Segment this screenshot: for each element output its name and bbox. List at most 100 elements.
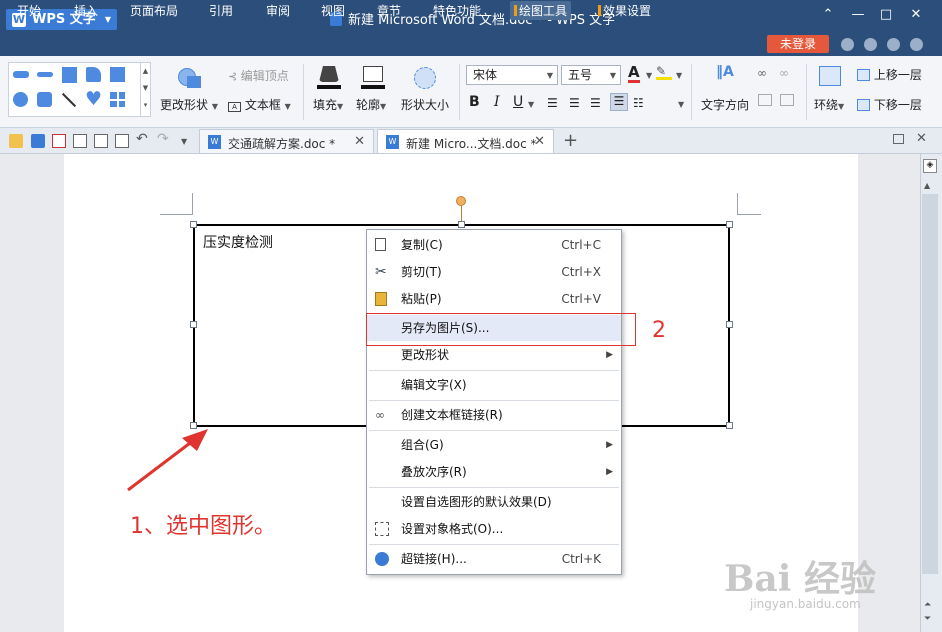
rotate-handle[interactable] bbox=[456, 196, 466, 206]
menu-paste[interactable]: 粘贴(P) Ctrl+V bbox=[367, 286, 621, 312]
unlink-icon[interactable]: ∞ bbox=[779, 66, 789, 80]
resize-handle[interactable] bbox=[190, 321, 197, 328]
circle-shape-icon[interactable] bbox=[13, 92, 28, 107]
heart-shape-icon[interactable]: ♥ bbox=[85, 88, 102, 110]
redo-icon[interactable]: ↷ bbox=[157, 131, 169, 147]
menu-special[interactable]: 特色功能 bbox=[433, 2, 481, 19]
menu-home[interactable]: 开始 bbox=[17, 2, 41, 19]
new-tab-icon[interactable]: + bbox=[563, 130, 578, 151]
login-button[interactable]: 未登录 bbox=[767, 35, 829, 53]
font-color-button[interactable]: A bbox=[628, 64, 640, 83]
prev-textbox-icon[interactable] bbox=[758, 94, 772, 106]
outline-button[interactable]: 轮廓▼ bbox=[356, 96, 386, 113]
chevron-down-icon[interactable]: ▼ bbox=[528, 100, 534, 109]
close-icon[interactable]: ✕ bbox=[534, 134, 545, 149]
close-window-button[interactable]: ✕ bbox=[906, 7, 926, 22]
justify-icon[interactable]: ☰ bbox=[610, 93, 628, 111]
rectangle-shape-icon[interactable] bbox=[110, 67, 125, 82]
menu-insert[interactable]: 插入 bbox=[74, 2, 98, 19]
next-textbox-icon[interactable] bbox=[780, 94, 794, 106]
collapse-ribbon-button[interactable]: ⌃ bbox=[818, 7, 838, 22]
restore-doc-icon[interactable] bbox=[893, 134, 904, 144]
send-backward-button[interactable]: 下移一层 bbox=[857, 96, 922, 113]
line-shape-icon[interactable] bbox=[37, 72, 53, 77]
save-icon[interactable] bbox=[31, 134, 45, 148]
sync-icon[interactable] bbox=[864, 38, 877, 51]
menu-set-default-effect[interactable]: 设置自选图形的默认效果(D) bbox=[367, 489, 621, 515]
windows-shape-icon[interactable] bbox=[110, 92, 125, 107]
align-left-icon[interactable]: ☰ bbox=[547, 96, 558, 110]
chevron-down-icon[interactable]: ▼ bbox=[181, 137, 187, 146]
shape-size-button[interactable]: 形状大小 bbox=[401, 96, 449, 113]
menu-order[interactable]: 叠放次序(R) ▶ bbox=[367, 459, 621, 485]
font-size-select[interactable]: 五号 ▼ bbox=[561, 65, 621, 85]
menu-drawing-tools[interactable]: 绘图工具 bbox=[510, 1, 572, 20]
menu-edit-text[interactable]: 编辑文字(X) bbox=[367, 372, 621, 398]
wrap-button[interactable]: 环绕▼ bbox=[814, 96, 844, 113]
page-nav-icon[interactable]: ◈ bbox=[923, 159, 937, 173]
fill-button[interactable]: 填充▼ bbox=[313, 96, 343, 113]
resize-handle[interactable] bbox=[726, 221, 733, 228]
close-icon[interactable]: ✕ bbox=[354, 134, 365, 149]
tab-document-2[interactable]: W 新建 Micro...文档.doc * ✕ bbox=[377, 129, 554, 153]
text-direction-button[interactable]: 文字方向 bbox=[701, 96, 749, 113]
menu-format-object[interactable]: 设置对象格式(O)... bbox=[367, 516, 621, 542]
folded-shape-icon[interactable] bbox=[86, 67, 101, 82]
open-folder-icon[interactable] bbox=[9, 134, 23, 148]
menu-hyperlink[interactable]: 超链接(H)... Ctrl+K bbox=[367, 546, 621, 572]
italic-button[interactable]: I bbox=[494, 94, 500, 110]
pdf-icon[interactable] bbox=[52, 134, 66, 148]
skin-icon[interactable] bbox=[841, 38, 854, 51]
align-center-icon[interactable]: ☰ bbox=[569, 96, 580, 110]
menu-cut[interactable]: ✂ 剪切(T) Ctrl+X bbox=[367, 259, 621, 285]
resize-handle[interactable] bbox=[458, 221, 465, 228]
print-preview-icon[interactable] bbox=[94, 134, 108, 148]
menu-references[interactable]: 引用 bbox=[209, 2, 233, 19]
menu-sections[interactable]: 章节 bbox=[377, 2, 401, 19]
menu-group[interactable]: 组合(G) ▶ bbox=[367, 432, 621, 458]
square-shape-icon[interactable] bbox=[37, 92, 52, 107]
resize-handle[interactable] bbox=[190, 221, 197, 228]
menu-create-textbox-link[interactable]: ∞ 创建文本框链接(R) bbox=[367, 402, 621, 428]
next-page-icon[interactable]: ⏷ bbox=[924, 614, 931, 624]
resize-handle[interactable] bbox=[726, 422, 733, 429]
textbox-text[interactable]: 压实度检测 bbox=[203, 232, 273, 252]
menu-view[interactable]: 视图 bbox=[321, 2, 345, 19]
bring-forward-button[interactable]: 上移一层 bbox=[857, 66, 922, 83]
outline-pen-icon[interactable] bbox=[363, 66, 383, 82]
chevron-down-icon[interactable]: ▼ bbox=[646, 71, 652, 80]
text-direction-icon[interactable]: ‖A bbox=[716, 64, 738, 88]
resize-handle[interactable] bbox=[726, 321, 733, 328]
scroll-up-icon[interactable]: ▲ bbox=[924, 181, 930, 190]
scroll-thumb[interactable] bbox=[922, 194, 938, 574]
print-icon[interactable] bbox=[73, 134, 87, 148]
maximize-button[interactable]: □ bbox=[876, 7, 896, 22]
rounded-rect-shape-icon[interactable] bbox=[13, 71, 29, 78]
font-family-select[interactable]: 宋体 ▼ bbox=[466, 65, 558, 85]
chevron-down-icon[interactable]: ▼ bbox=[676, 71, 682, 80]
wrap-icon[interactable] bbox=[819, 66, 841, 86]
highlight-icon[interactable]: ✎ bbox=[656, 64, 672, 80]
menu-effects[interactable]: 效果设置 bbox=[598, 2, 651, 19]
scroll-shape-icon[interactable] bbox=[62, 67, 77, 83]
undo-icon[interactable]: ↶ bbox=[136, 131, 148, 147]
link-icon[interactable]: ∞ bbox=[757, 66, 767, 80]
close-doc-icon[interactable]: ✕ bbox=[916, 131, 927, 146]
gallery-scroll[interactable]: ▲ ▼ ▾ bbox=[140, 63, 150, 116]
shirt-icon[interactable] bbox=[887, 38, 900, 51]
underline-button[interactable]: U bbox=[513, 94, 523, 110]
bold-button[interactable]: B bbox=[469, 94, 480, 110]
edit-points-button[interactable]: ⊰ 编辑顶点 bbox=[228, 67, 289, 84]
align-right-icon[interactable]: ☰ bbox=[590, 96, 601, 110]
shape-size-icon[interactable] bbox=[414, 67, 436, 89]
minimize-button[interactable]: — bbox=[848, 7, 868, 22]
textbox-button[interactable]: A 文本框 ▼ bbox=[228, 96, 291, 113]
menu-page-layout[interactable]: 页面布局 bbox=[130, 2, 178, 19]
menu-copy[interactable]: 复制(C) Ctrl+C bbox=[367, 232, 621, 258]
help-icon[interactable] bbox=[910, 38, 923, 51]
prev-page-icon[interactable]: ⏶ bbox=[924, 600, 931, 610]
line-spacing-icon[interactable]: ☷ bbox=[633, 96, 644, 110]
tab-document-1[interactable]: W 交通疏解方案.doc * ✕ bbox=[199, 129, 374, 153]
menu-review[interactable]: 审阅 bbox=[266, 2, 290, 19]
change-shape-button[interactable]: 更改形状 ▼ bbox=[160, 96, 218, 113]
